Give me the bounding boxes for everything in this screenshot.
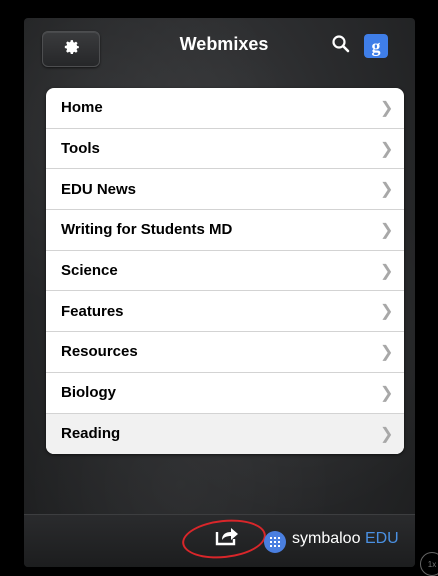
list-item-biology[interactable]: Biology ❯ — [46, 373, 404, 414]
chevron-right-icon: ❯ — [380, 384, 394, 402]
list-item-science[interactable]: Science ❯ — [46, 251, 404, 292]
chevron-right-icon: ❯ — [380, 262, 394, 280]
zoom-badge: 1x — [420, 552, 438, 576]
list-item-tools[interactable]: Tools ❯ — [46, 129, 404, 170]
brand-name: symbaloo — [292, 530, 361, 547]
list-item-label: EDU News — [61, 180, 137, 198]
list-item-label: Science — [61, 262, 118, 280]
chevron-right-icon: ❯ — [380, 221, 394, 239]
page-title: Webmixes — [179, 34, 269, 54]
google-search-button[interactable]: g — [364, 34, 388, 58]
list-item-resources[interactable]: Resources ❯ — [46, 332, 404, 373]
chevron-right-icon: ❯ — [380, 99, 394, 117]
top-bar: Webmixes g — [24, 18, 415, 80]
list-item-label: Resources — [61, 343, 138, 361]
list-item-reading[interactable]: Reading ❯ — [46, 413, 404, 455]
chevron-right-icon: ❯ — [380, 425, 394, 443]
list-item-features[interactable]: Features ❯ — [46, 291, 404, 333]
share-icon — [214, 525, 240, 552]
symbaloo-logo-icon — [264, 531, 286, 553]
list-item-edu-news[interactable]: EDU News ❯ — [46, 169, 404, 211]
google-icon: g — [371, 35, 381, 56]
list-item-label: Writing for Students MD — [61, 221, 233, 239]
search-button[interactable] — [330, 34, 352, 58]
gear-icon — [61, 37, 81, 62]
chevron-right-icon: ❯ — [380, 140, 394, 158]
list-item-label: Tools — [61, 140, 100, 158]
list-item-label: Features — [61, 302, 124, 320]
app-screen: Webmixes g Home ❯ Tools ❯ EDU News ❯ Wri… — [24, 18, 415, 567]
list-item-label: Home — [61, 99, 103, 117]
chevron-right-icon: ❯ — [380, 343, 394, 361]
bottom-toolbar: symbaloo EDU — [24, 514, 415, 567]
list-item-writing-for-students-md[interactable]: Writing for Students MD ❯ — [46, 210, 404, 251]
chevron-right-icon: ❯ — [380, 181, 394, 199]
list-item-home[interactable]: Home ❯ — [46, 88, 404, 129]
brand-suffix: EDU — [364, 530, 399, 547]
chevron-right-icon: ❯ — [380, 303, 394, 321]
list-item-label: Biology — [61, 384, 116, 402]
search-icon — [331, 34, 351, 59]
settings-button[interactable] — [42, 31, 100, 67]
webmix-list: Home ❯ Tools ❯ EDU News ❯ Writing for St… — [46, 88, 404, 455]
share-button[interactable] — [212, 525, 242, 551]
list-item-label: Reading — [61, 425, 121, 443]
brand-wordmark: symbaloo EDU — [292, 530, 399, 548]
